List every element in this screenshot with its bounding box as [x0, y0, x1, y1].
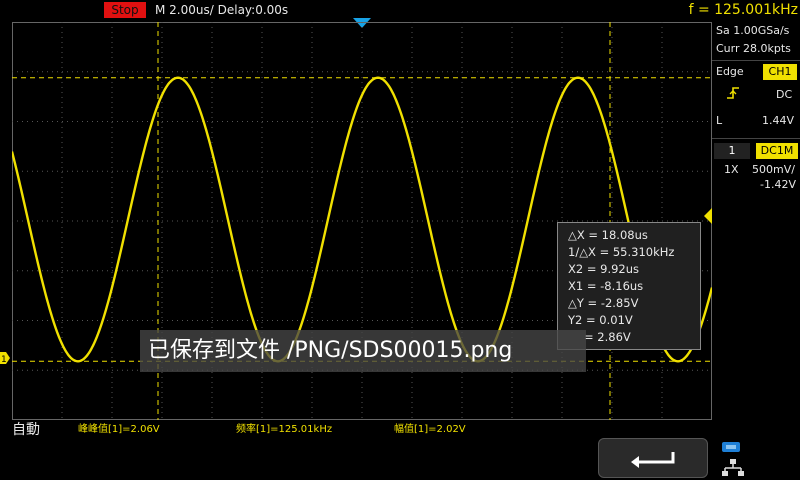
trigger-level-label: L	[716, 114, 723, 127]
ground-marker-label: 1	[1, 355, 7, 364]
cursor-inverse-delta-x: 1/△X = 55.310kHz	[568, 245, 675, 259]
run-stop-badge[interactable]: Stop	[104, 2, 146, 18]
trigger-source-badge[interactable]: CH1	[763, 64, 797, 80]
volts-per-div: 500mV/	[752, 163, 795, 176]
cursor-y2: Y2 = 0.01V	[568, 313, 633, 327]
memory-depth: Curr 28.0kpts	[716, 42, 791, 55]
trigger-type[interactable]: Edge	[716, 65, 744, 79]
trigger-level-marker[interactable]	[702, 208, 712, 224]
channel-number[interactable]: 1	[714, 143, 750, 159]
usb-icon	[722, 442, 740, 452]
cursor-x1: X1 = -8.16us	[568, 279, 644, 293]
sample-rate: Sa 1.00GSa/s	[716, 24, 790, 37]
trigger-level: 1.44V	[762, 114, 795, 127]
acquisition-mode: 自動	[12, 422, 40, 438]
status-bar: Stop M 2.00us/ Delay:0.00s f = 125.001kH…	[0, 0, 800, 20]
side-panel: Sa 1.00GSa/s Curr 28.0kpts Edge CH1 DC L…	[712, 20, 800, 420]
timebase-delay-readout[interactable]: M 2.00us/ Delay:0.00s	[155, 2, 288, 18]
probe-attenuation: 1X	[724, 163, 739, 176]
channel-offset: -1.42V	[760, 178, 796, 191]
save-notification-text: 已保存到文件 /PNG/SDS00015.png	[148, 338, 513, 363]
measurement-peak-to-peak: 峰峰值[1]=2.06V	[78, 424, 160, 435]
bottom-bar: 自動 峰峰值[1]=2.06V 频率[1]=125.01kHz 幅值[1]=2.…	[0, 420, 800, 480]
rising-edge-icon	[727, 87, 739, 99]
ch1-ground-marker[interactable]: 1	[0, 352, 10, 364]
cursor-y1: = 2.86V	[584, 330, 631, 344]
timebase-value: M 2.00us/	[155, 3, 214, 17]
measurement-amplitude: 幅值[1]=2.02V	[394, 424, 466, 435]
network-icon	[722, 459, 744, 476]
back-arrow-icon	[631, 452, 675, 468]
trigger-coupling: DC	[776, 88, 793, 101]
cursor-x2: X2 = 9.92us	[568, 262, 640, 276]
delay-value: Delay:0.00s	[217, 3, 289, 17]
channel-coupling-badge[interactable]: DC1M	[756, 143, 798, 159]
frequency-counter: f = 125.001kHz	[688, 2, 798, 18]
cursor-delta-y: △Y = -2.85V	[568, 296, 639, 310]
save-notification: 已保存到文件 /PNG/SDS00015.png	[140, 330, 586, 372]
cursor-delta-x: △X = 18.08us	[568, 228, 648, 242]
measurement-frequency: 频率[1]=125.01kHz	[236, 424, 333, 435]
back-button[interactable]	[598, 438, 708, 478]
